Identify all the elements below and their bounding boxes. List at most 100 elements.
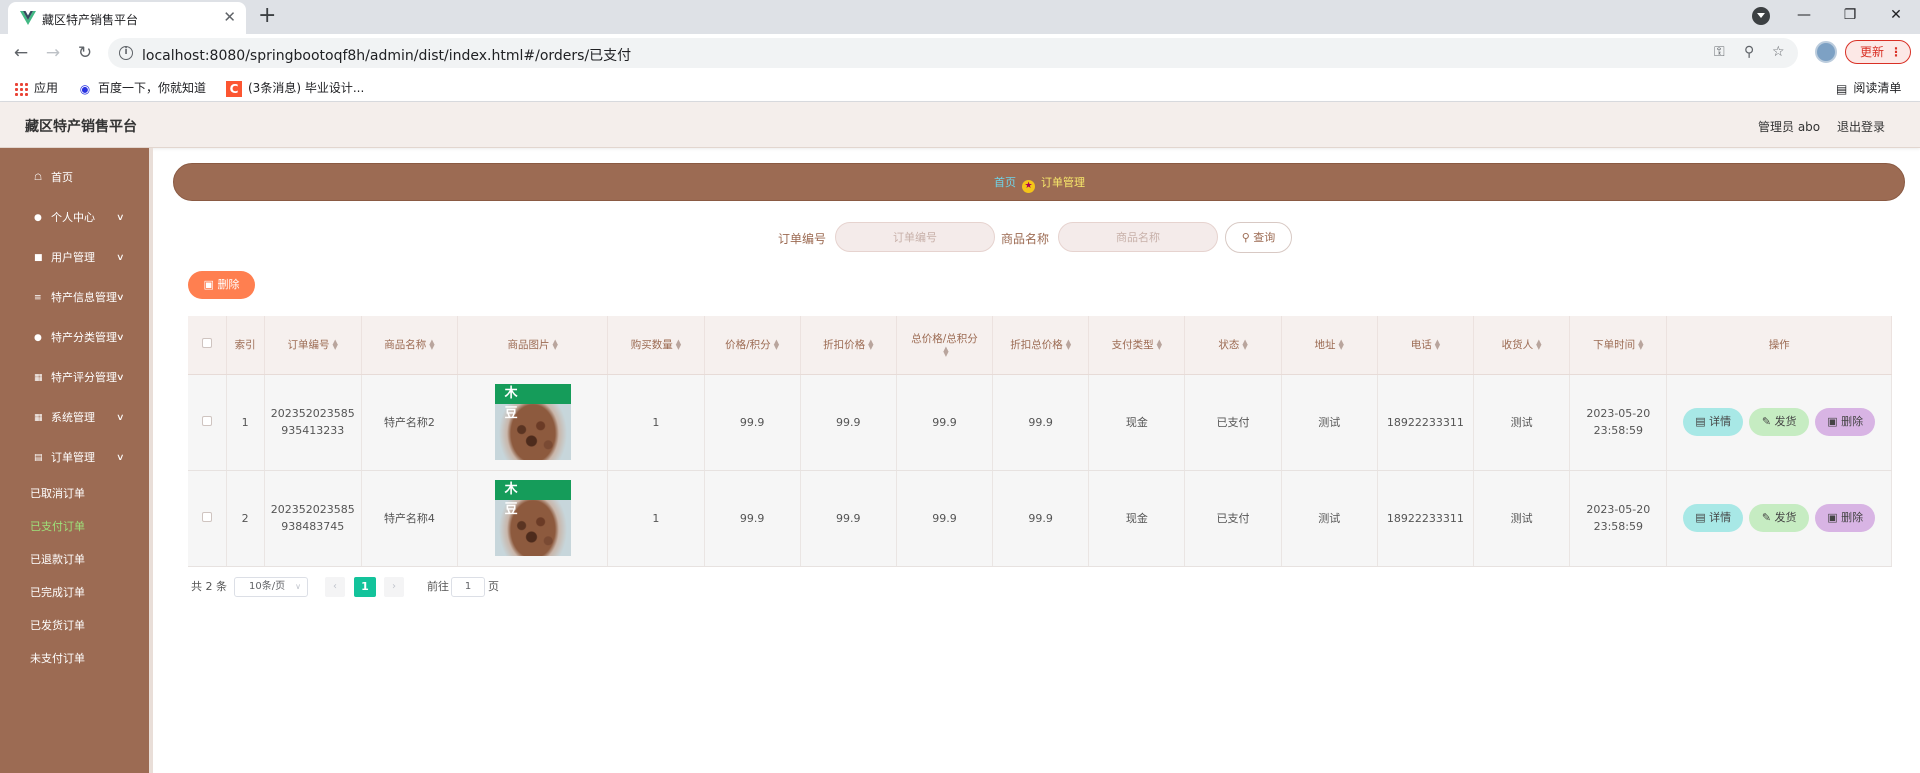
sort-icon[interactable]: ▲ ▼ [868, 339, 873, 351]
minimize-icon[interactable]: — [1781, 0, 1827, 30]
sidebar-item-users[interactable]: ■ 用户管理 ∨ [0, 248, 150, 268]
new-tab-button[interactable]: + [258, 4, 276, 28]
row-delete-button[interactable]: ▣ 删除 [1815, 504, 1876, 532]
vue-logo-icon [20, 11, 36, 25]
column-header[interactable]: 支付类型 ▲ ▼ [1088, 316, 1186, 375]
table-row: 2 202352023585938483745 特产名称4 木 豆 1 99.9… [188, 470, 1892, 567]
sidebar-subitem-cancelled[interactable]: 已取消订单 [30, 486, 85, 502]
batch-delete-button[interactable]: ▣ 删除 [188, 271, 255, 299]
breadcrumb-home[interactable]: 首页 [994, 176, 1016, 189]
sidebar-item-personal[interactable]: ● 个人中心 ∨ [0, 208, 150, 228]
query-label: 查询 [1253, 231, 1276, 244]
tab-close-icon[interactable]: ✕ [223, 9, 236, 25]
sidebar-item-specialty-category[interactable]: ● 特产分类管理 ∨ [0, 328, 150, 348]
key-icon[interactable]: ⚿ [1714, 44, 1725, 60]
page-size-select[interactable]: 10条/页 ∨ [234, 577, 308, 597]
bookmark-baidu[interactable]: ◉ 百度一下，你就知道 [78, 79, 206, 96]
column-header-label: 折扣价格 [823, 339, 866, 352]
column-header[interactable]: 折扣价格 ▲ ▼ [800, 316, 897, 375]
sidebar-item-specialty-rating[interactable]: ▦ 特产评分管理 ∨ [0, 368, 150, 388]
column-header[interactable]: 状态 ▲ ▼ [1184, 316, 1282, 375]
goto-page-input[interactable]: 1 [451, 577, 485, 597]
sort-icon[interactable]: ▲ ▼ [1435, 339, 1440, 351]
row-checkbox[interactable] [201, 415, 212, 426]
ship-button[interactable]: ✎ 发货 [1749, 408, 1810, 436]
sort-icon[interactable]: ▲ ▼ [333, 339, 338, 351]
sidebar-item-home[interactable]: ☖ 首页 [0, 168, 150, 188]
reload-icon[interactable]: ↻ [72, 40, 98, 66]
reading-list[interactable]: ▤ 阅读清单 [1836, 79, 1901, 96]
briefcase-icon: ■ [34, 253, 43, 263]
column-header[interactable]: 商品名称 ▲ ▼ [361, 316, 459, 375]
bookmark-apps[interactable]: 应用 [14, 79, 58, 96]
product-name-input[interactable] [1058, 222, 1218, 252]
next-page-button[interactable]: › [384, 577, 404, 597]
logout-link[interactable]: 退出登录 [1837, 118, 1885, 135]
select-all-checkbox[interactable] [201, 338, 212, 349]
browser-tab-bar: 藏区特产销售平台 ✕ + — ❐ ✕ [0, 0, 1920, 34]
sidebar-item-label: 系统管理 [51, 411, 95, 424]
sidebar-item-specialty-info[interactable]: ≡ 特产信息管理 ∨ [0, 288, 150, 308]
column-header[interactable]: 下单时间 ▲ ▼ [1569, 316, 1668, 375]
sort-icon[interactable]: ▲ ▼ [774, 339, 779, 351]
ship-button[interactable]: ✎ 发货 [1749, 504, 1810, 532]
sidebar-item-label: 特产分类管理 [51, 331, 117, 344]
column-header[interactable]: 购买数量 ▲ ▼ [607, 316, 705, 375]
query-button[interactable]: ⚲ 查询 [1225, 222, 1292, 253]
sort-icon[interactable]: ▲ ▼ [676, 339, 681, 351]
order-no-input[interactable] [835, 222, 995, 252]
cell-discount-price: 99.9 [800, 470, 897, 567]
sort-icon[interactable]: ▲ ▼ [943, 346, 948, 358]
profile-avatar[interactable] [1815, 41, 1837, 63]
sort-icon[interactable]: ▲ ▼ [1638, 339, 1643, 351]
sort-icon[interactable]: ▲ ▼ [1242, 339, 1247, 351]
restore-icon[interactable]: ❐ [1827, 0, 1873, 30]
address-bar[interactable]: i localhost:8080/springbootoqf8h/admin/d… [108, 38, 1798, 68]
sliders-icon: ≡ [34, 293, 42, 303]
column-header[interactable]: 总价格/总积分 ▲ ▼ [896, 316, 994, 375]
sort-icon[interactable]: ▲ ▼ [429, 339, 434, 351]
column-header[interactable]: 价格/积分 ▲ ▼ [704, 316, 801, 375]
column-header-label: 订单编号 [287, 339, 330, 352]
row-checkbox[interactable] [201, 511, 212, 522]
sidebar-subitem-unpaid[interactable]: 未支付订单 [30, 651, 85, 667]
zoom-icon[interactable]: ⚲ [1744, 44, 1754, 60]
column-header[interactable]: 收货人 ▲ ▼ [1473, 316, 1571, 375]
site-info-icon[interactable]: i [119, 46, 133, 60]
detail-button[interactable]: ▤ 详情 [1683, 408, 1744, 436]
prev-page-button[interactable]: ‹ [325, 577, 345, 597]
sidebar-subitem-refunded[interactable]: 已退款订单 [30, 552, 85, 568]
update-button[interactable]: 更新 ⋮ [1845, 40, 1911, 64]
window-close-icon[interactable]: ✕ [1873, 0, 1919, 30]
menu-dots-icon: ⋮ [1890, 45, 1902, 59]
csdn-c-icon: C [226, 80, 242, 97]
column-header[interactable]: 折扣总价格 ▲ ▼ [992, 316, 1090, 375]
row-select-cell [188, 374, 227, 471]
sidebar-item-system[interactable]: ▦ 系统管理 ∨ [0, 408, 150, 428]
sidebar-subitem-paid[interactable]: 已支付订单 [30, 519, 85, 535]
sidebar-subitem-completed[interactable]: 已完成订单 [30, 585, 85, 601]
column-header[interactable]: 地址 ▲ ▼ [1281, 316, 1378, 375]
column-header[interactable]: 电话 ▲ ▼ [1377, 316, 1475, 375]
forward-icon[interactable]: → [40, 40, 66, 66]
page-number-current[interactable]: 1 [354, 577, 376, 597]
tab-search-icon[interactable] [1752, 7, 1770, 25]
sort-icon[interactable]: ▲ ▼ [1066, 339, 1071, 351]
column-header[interactable]: 商品图片 ▲ ▼ [457, 316, 609, 375]
sort-icon[interactable]: ▲ ▼ [1339, 339, 1344, 351]
sort-icon[interactable]: ▲ ▼ [1536, 339, 1541, 351]
browser-tab[interactable]: 藏区特产销售平台 ✕ [8, 2, 246, 34]
sort-icon[interactable]: ▲ ▼ [552, 339, 557, 351]
sidebar-item-orders[interactable]: ▤ 订单管理 ∨ [0, 448, 150, 468]
column-header[interactable]: 订单编号 ▲ ▼ [264, 316, 362, 375]
delete-label: 删除 [1841, 511, 1864, 524]
bookmark-csdn[interactable]: C (3条消息) 毕业设计... [226, 79, 364, 97]
row-delete-button[interactable]: ▣ 删除 [1815, 408, 1876, 436]
detail-button[interactable]: ▤ 详情 [1683, 504, 1744, 532]
sidebar-item-label: 用户管理 [51, 251, 95, 264]
bookmark-star-icon[interactable]: ☆ [1772, 44, 1785, 60]
back-icon[interactable]: ← [8, 40, 34, 66]
sort-icon[interactable]: ▲ ▼ [1157, 339, 1162, 351]
sidebar-subitem-shipped[interactable]: 已发货订单 [30, 618, 85, 634]
page-size-value: 10条/页 [249, 581, 286, 592]
